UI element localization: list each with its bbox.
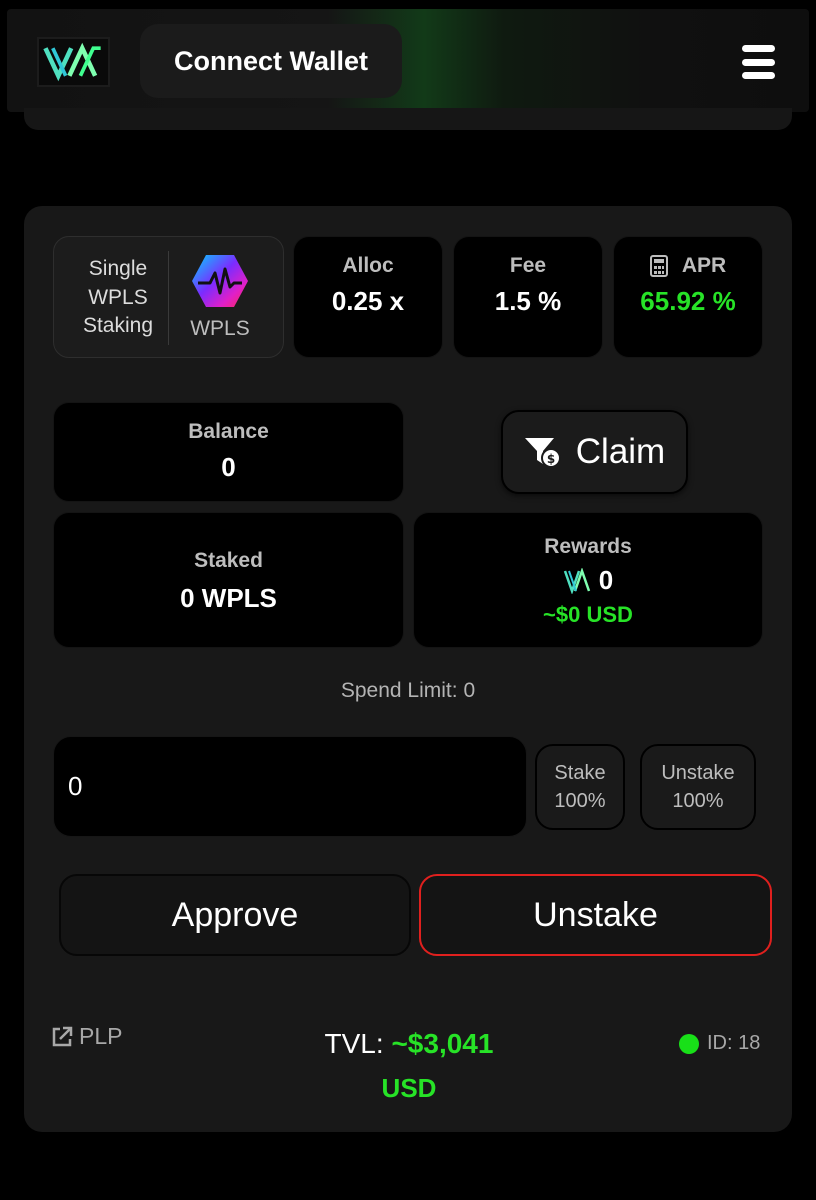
unstake-pct-label: Unstake	[661, 762, 735, 784]
alloc-box: Alloc 0.25 x	[293, 236, 443, 358]
balance-label: Balance	[188, 420, 269, 443]
tvl-value: ~$3,041	[391, 1028, 494, 1059]
reward-token-icon	[563, 567, 590, 594]
tvl-display: TVL: ~$3,041 USD	[294, 1022, 524, 1110]
pulsechain-token-icon	[192, 255, 248, 307]
fee-value: 1.5 %	[494, 286, 562, 316]
approve-button[interactable]: Approve	[59, 874, 411, 956]
staked-box: Staked 0 WPLS	[53, 512, 404, 648]
unstake-pct-value: 100%	[672, 790, 724, 812]
apr-header: APR	[649, 254, 727, 278]
fee-label: Fee	[509, 254, 547, 277]
rewards-amount: 0	[563, 565, 613, 596]
balance-value: 0	[221, 452, 236, 482]
pool-name-line: Single	[88, 257, 148, 280]
rewards-box: Rewards 0 ~$0 USD	[413, 512, 763, 648]
alloc-label: Alloc	[342, 254, 394, 277]
pool-id: ID: 18	[679, 1032, 760, 1055]
claim-button[interactable]: $ Claim	[501, 410, 688, 494]
rewards-value: 0	[598, 565, 614, 595]
plp-link[interactable]: PLP	[51, 1023, 122, 1050]
pool-id-label: ID: 18	[707, 1032, 761, 1054]
staking-pool-card: Single WPLS Staking WPLS Alloc 0.25 x Fe…	[24, 206, 792, 1132]
header-shadow-panel	[24, 108, 792, 130]
fee-box: Fee 1.5 %	[453, 236, 603, 358]
stake-100-button[interactable]: Stake 100%	[535, 744, 625, 830]
rewards-label: Rewards	[544, 535, 632, 558]
stake-pct-label: Stake	[554, 762, 606, 784]
rewards-usd: ~$0 USD	[543, 602, 633, 627]
unstake-button[interactable]: Unstake	[419, 874, 772, 956]
amount-input[interactable]	[53, 736, 527, 837]
staked-label: Staked	[194, 549, 263, 572]
connect-wallet-button[interactable]: Connect Wallet	[140, 24, 402, 98]
token-name: WPLS	[190, 317, 250, 340]
pool-name: Single WPLS Staking	[64, 255, 172, 341]
balance-box: Balance 0	[53, 402, 404, 502]
tvl-label: TVL:	[324, 1028, 384, 1059]
plp-link-label: PLP	[79, 1023, 123, 1049]
apr-label: APR	[681, 254, 727, 277]
staked-value: 0 WPLS	[180, 583, 277, 613]
logo-icon	[43, 42, 101, 82]
alloc-value: 0.25 x	[331, 286, 405, 316]
unstake-100-button[interactable]: Unstake 100%	[640, 744, 756, 830]
external-link-icon	[52, 1026, 73, 1046]
stake-pct-value: 100%	[554, 790, 606, 812]
apr-value: 65.92 %	[640, 286, 736, 316]
apr-box: APR 65.92 %	[613, 236, 763, 358]
funnel-coin-icon: $	[524, 438, 561, 468]
calculator-icon[interactable]	[649, 255, 668, 277]
status-dot-icon	[679, 1033, 699, 1054]
hamburger-menu-icon[interactable]	[742, 45, 775, 79]
pool-info-box: Single WPLS Staking WPLS	[53, 236, 284, 358]
tvl-unit: USD	[381, 1073, 437, 1103]
divider	[168, 251, 169, 345]
spend-limit-text: Spend Limit: 0	[340, 679, 476, 702]
pool-name-line: WPLS	[88, 285, 148, 309]
app-logo[interactable]	[37, 37, 110, 87]
svg-text:$: $	[547, 452, 555, 466]
claim-label: Claim	[575, 432, 666, 471]
top-navbar	[7, 9, 809, 112]
pool-name-line: Staking	[82, 314, 154, 337]
